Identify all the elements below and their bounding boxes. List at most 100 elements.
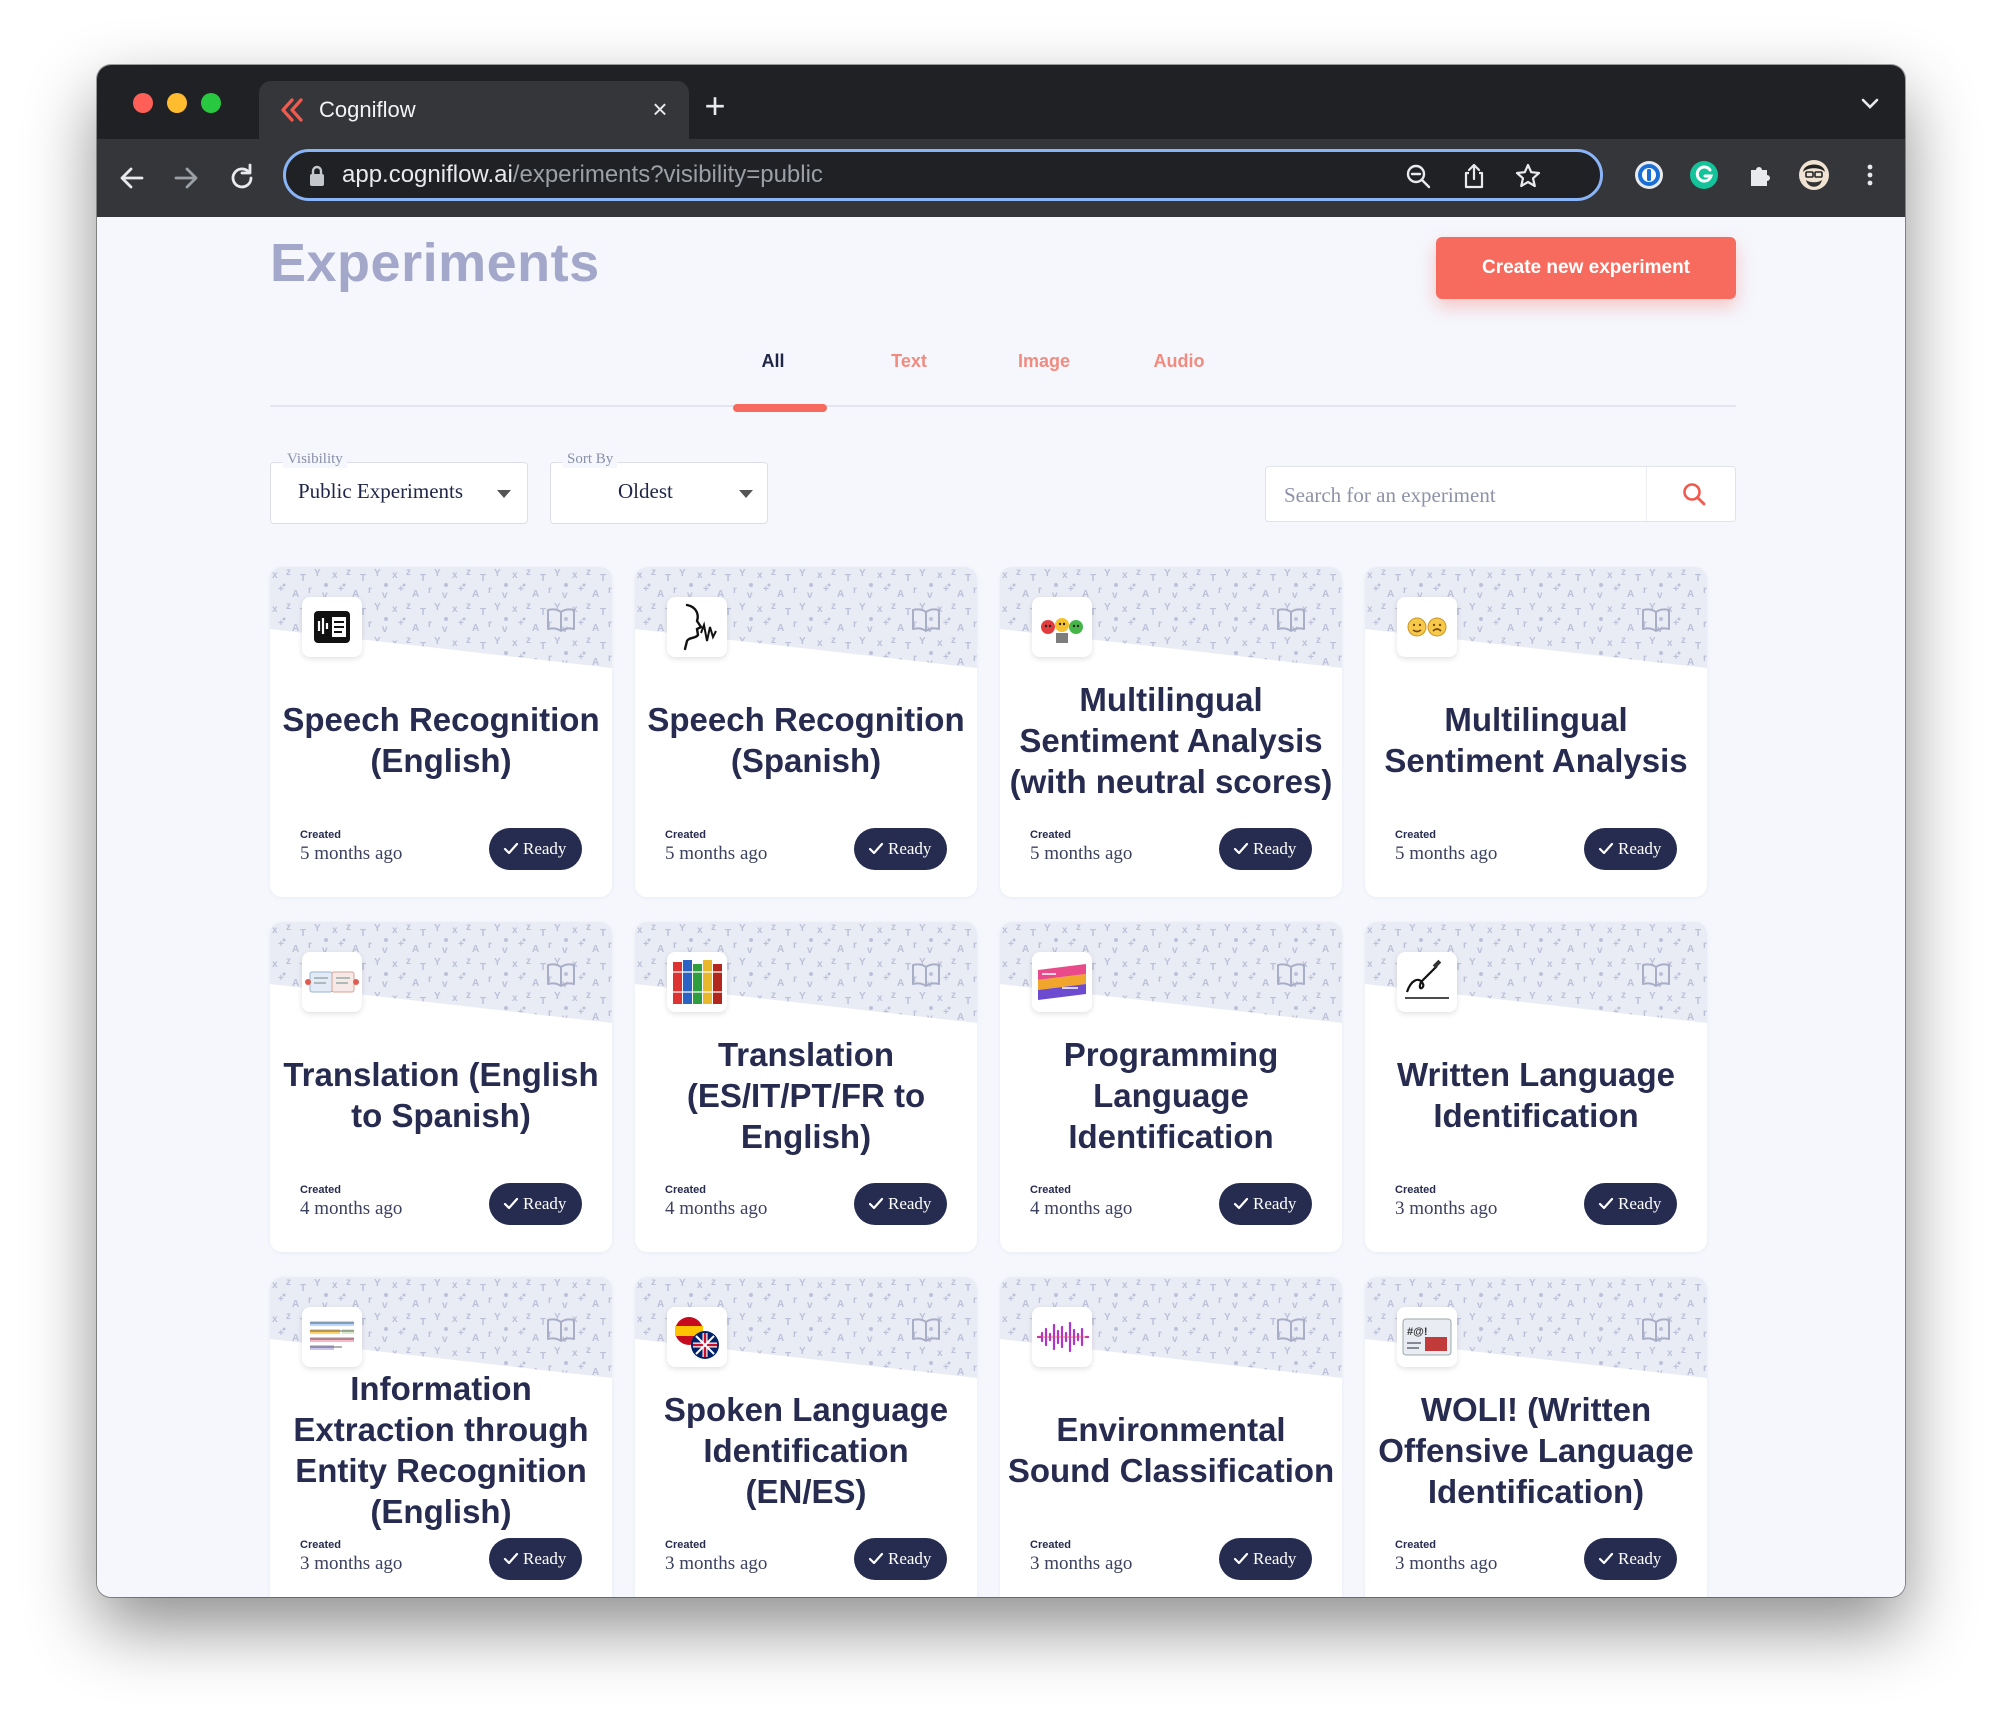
status-badge[interactable]: Ready (489, 828, 582, 870)
close-window-button[interactable] (133, 93, 153, 113)
experiment-card[interactable]: Written Language Identification Created 3 … (1365, 922, 1707, 1252)
search-icon[interactable] (1681, 481, 1707, 507)
tab-image[interactable]: Image (984, 351, 1104, 372)
translation-icon (302, 952, 362, 1012)
new-tab-button[interactable]: + (697, 88, 733, 125)
status-badge[interactable]: Ready (854, 1538, 947, 1580)
created-label: Created (1030, 1184, 1071, 1196)
traffic-faces-icon (1032, 597, 1092, 657)
search-box (1265, 466, 1736, 523)
experiment-card[interactable]: Programming Language Identification Creat… (1000, 922, 1342, 1252)
page-content: Experiments Create new experiment All Te… (97, 217, 1905, 1597)
speech-text-icon (302, 597, 362, 657)
book-icon[interactable] (1276, 607, 1306, 633)
status-label: Ready (1618, 839, 1662, 858)
experiment-card[interactable]: Information Extraction through Entity Re… (270, 1277, 612, 1597)
status-label: Ready (888, 1549, 932, 1568)
status-label: Ready (1618, 1194, 1662, 1213)
book-icon[interactable] (1641, 607, 1671, 633)
handwriting-icon (1397, 952, 1457, 1012)
status-badge[interactable]: Ready (854, 1183, 947, 1225)
created-value: 4 months ago (300, 1198, 403, 1219)
experiment-card[interactable]: Spoken Language Identification (EN/ES) Cr… (635, 1277, 977, 1597)
experiment-card[interactable]: Translation (ES/IT/PT/FR to English) Crea… (635, 922, 977, 1252)
search-input[interactable] (1266, 467, 1666, 523)
experiment-card[interactable]: Multilingual Sentiment Analysis Created 5 … (1365, 567, 1707, 897)
bookmark-star-icon[interactable] (1514, 162, 1542, 190)
experiment-card[interactable]: Speech Recognition (Spanish) Created 5 mon… (635, 567, 977, 897)
created-value: 4 months ago (1030, 1198, 1133, 1219)
book-icon[interactable] (546, 607, 576, 633)
zoom-out-icon[interactable] (1404, 162, 1432, 190)
created-label: Created (1030, 1539, 1071, 1551)
active-tab-indicator (733, 404, 827, 412)
experiment-card[interactable]: #@! WOLI! (Written Offensive Language Ide… (1365, 1277, 1707, 1597)
share-icon[interactable] (1460, 162, 1488, 190)
status-badge[interactable]: Ready (1219, 1183, 1312, 1225)
sort-select[interactable]: Sort By Oldest (550, 451, 768, 524)
status-badge[interactable]: Ready (489, 1183, 582, 1225)
create-experiment-button[interactable]: Create new experiment (1436, 237, 1736, 299)
url-text: app.cogniflow.ai/experiments?visibility=… (342, 161, 823, 188)
profile-avatar[interactable] (1797, 158, 1831, 192)
tab-audio[interactable]: Audio (1119, 351, 1239, 372)
dictionaries-icon (667, 952, 727, 1012)
close-tab-icon[interactable]: × (645, 94, 675, 124)
book-icon[interactable] (546, 962, 576, 988)
visibility-value: Public Experiments (298, 479, 464, 503)
grammarly-icon[interactable] (1687, 158, 1721, 192)
more-vertical-icon[interactable] (1853, 158, 1887, 192)
created-label: Created (1030, 829, 1071, 841)
status-badge[interactable]: Ready (854, 828, 947, 870)
book-icon[interactable] (1276, 1317, 1306, 1343)
status-label: Ready (523, 1194, 567, 1213)
zoom-window-button[interactable] (201, 93, 221, 113)
forward-arrow-icon[interactable] (169, 161, 203, 195)
book-icon[interactable] (1276, 962, 1306, 988)
browser-tab[interactable]: Cogniflow × (259, 81, 689, 139)
status-label: Ready (1253, 839, 1297, 858)
password-manager-icon[interactable] (1632, 158, 1666, 192)
waveform-icon (1032, 1307, 1092, 1367)
created-label: Created (665, 1184, 706, 1196)
caret-down-icon (739, 490, 753, 498)
book-icon[interactable] (1641, 1317, 1671, 1343)
experiment-card[interactable]: Speech Recognition (English) Created 5 mon… (270, 567, 612, 897)
created-label: Created (1395, 1539, 1436, 1551)
back-arrow-icon[interactable] (115, 161, 149, 195)
book-icon[interactable] (911, 1317, 941, 1343)
speaking-head-icon (667, 597, 727, 657)
offensive-text-icon: #@! (1397, 1307, 1457, 1367)
created-value: 5 months ago (1395, 843, 1498, 864)
book-icon[interactable] (911, 962, 941, 988)
status-badge[interactable]: Ready (489, 1538, 582, 1580)
tab-text[interactable]: Text (849, 351, 969, 372)
status-badge[interactable]: Ready (1584, 828, 1677, 870)
lock-icon (310, 165, 324, 186)
extensions-puzzle-icon[interactable] (1743, 158, 1777, 192)
experiment-card[interactable]: Translation (English to Spanish) Created 4… (270, 922, 612, 1252)
status-label: Ready (523, 839, 567, 858)
book-icon[interactable] (546, 1317, 576, 1343)
emoji-faces-icon (1397, 597, 1457, 657)
address-bar[interactable]: app.cogniflow.ai/experiments?visibility=… (283, 149, 1603, 201)
book-icon[interactable] (1641, 962, 1671, 988)
visibility-select[interactable]: Visibility Public Experiments (270, 451, 528, 524)
status-badge[interactable]: Ready (1584, 1183, 1677, 1225)
status-badge[interactable]: Ready (1584, 1538, 1677, 1580)
tabs-divider (270, 405, 1736, 407)
sort-label: Sort By (563, 451, 618, 468)
reload-icon[interactable] (225, 161, 259, 195)
status-badge[interactable]: Ready (1219, 1538, 1312, 1580)
created-value: 4 months ago (665, 1198, 768, 1219)
tab-strip: Cogniflow × + (97, 65, 1905, 139)
created-value: 3 months ago (300, 1553, 403, 1574)
minimize-window-button[interactable] (167, 93, 187, 113)
tab-all[interactable]: All (713, 351, 833, 372)
experiment-card[interactable]: Multilingual Sentiment Analysis (with ne… (1000, 567, 1342, 897)
experiment-card[interactable]: Environmental Sound Classification Create… (1000, 1277, 1342, 1597)
status-label: Ready (888, 839, 932, 858)
chevron-down-icon[interactable] (1855, 89, 1885, 119)
book-icon[interactable] (911, 607, 941, 633)
status-badge[interactable]: Ready (1219, 828, 1312, 870)
